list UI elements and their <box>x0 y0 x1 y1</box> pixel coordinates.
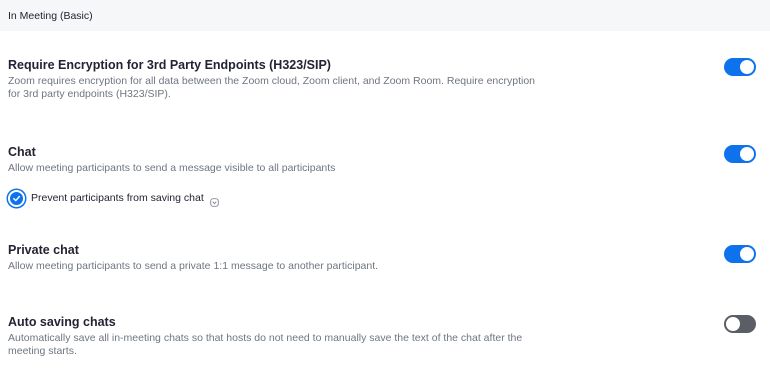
section-header: In Meeting (Basic) <box>0 0 770 31</box>
setting-chat: Chat Allow meeting participants to send … <box>8 144 568 175</box>
toggle-knob <box>740 147 754 161</box>
info-icon[interactable] <box>210 194 219 207</box>
toggle-knob <box>740 247 754 261</box>
chat-toggle[interactable] <box>724 145 756 163</box>
setting-title: Auto saving chats <box>8 315 116 329</box>
setting-description-line: meeting starts. <box>8 345 77 357</box>
setting-description-line: Allow meeting participants to send a pri… <box>8 260 379 272</box>
section-title: In Meeting (Basic) <box>8 10 93 22</box>
setting-description: Automatically save all in-meeting chats … <box>8 332 568 358</box>
setting-require-encryption: Require Encryption for 3rd Party Endpoin… <box>8 57 568 101</box>
setting-description: Allow meeting participants to send a mes… <box>8 162 568 175</box>
prevent-saving-chat-label: Prevent participants from saving chat <box>31 192 204 204</box>
setting-description: Zoom requires encryption for all data be… <box>8 75 568 101</box>
private-chat-toggle[interactable] <box>724 245 756 263</box>
toggle-knob <box>726 317 740 331</box>
setting-auto-saving-chats: Auto saving chats Automatically save all… <box>8 314 568 358</box>
require-encryption-toggle[interactable] <box>724 58 756 76</box>
setting-title: Require Encryption for 3rd Party Endpoin… <box>8 58 331 72</box>
prevent-saving-chat-option: Prevent participants from saving chat <box>6 189 219 207</box>
setting-description-line: for 3rd party endpoints (H323/SIP). <box>8 88 171 100</box>
setting-title: Chat <box>8 145 36 159</box>
check-icon <box>13 195 21 201</box>
setting-title: Private chat <box>8 243 79 257</box>
setting-private-chat: Private chat Allow meeting participants … <box>8 242 568 273</box>
auto-saving-chats-toggle[interactable] <box>724 315 756 333</box>
setting-description-line: Automatically save all in-meeting chats … <box>8 332 523 344</box>
prevent-saving-chat-checkbox[interactable] <box>8 189 25 207</box>
setting-description-line: Zoom requires encryption for all data be… <box>8 75 536 87</box>
toggle-knob <box>740 60 754 74</box>
setting-description: Allow meeting participants to send a pri… <box>8 260 568 273</box>
setting-description-line: Allow meeting participants to send a mes… <box>8 162 336 174</box>
